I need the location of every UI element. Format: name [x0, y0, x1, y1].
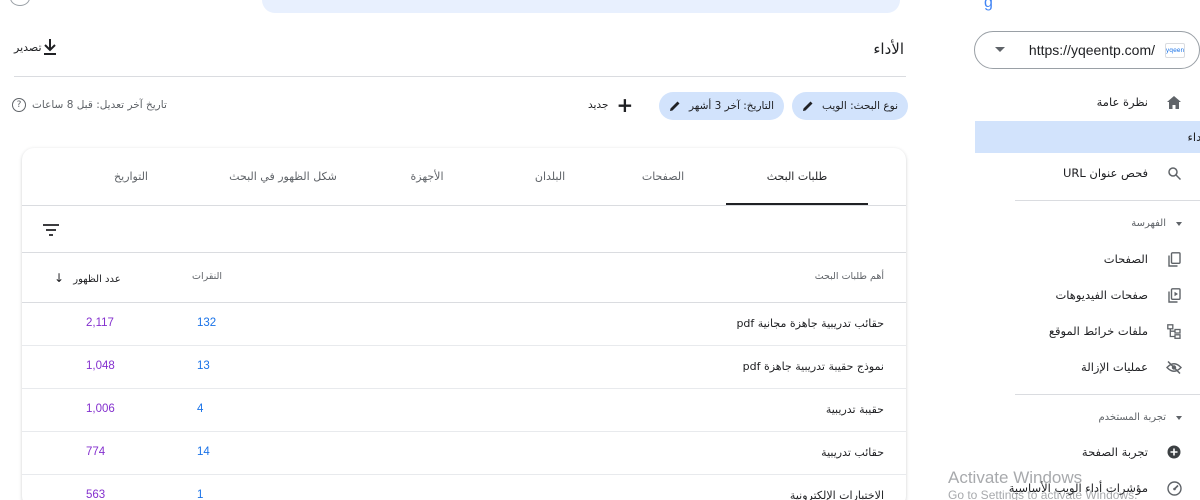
sidebar: yqeen https://yqeentp.com/ نظرة عامة الأ… — [920, 0, 1200, 500]
property-url: https://yqeentp.com/ — [1028, 42, 1155, 58]
query-cell: حقائب تدريبية جاهزة مجانية pdf — [736, 317, 884, 330]
table-header: أهم طلبات البحث النقرات عدد الظهور ↓ — [22, 253, 906, 303]
sitemap-icon — [1166, 323, 1182, 339]
sidebar-divider — [1015, 200, 1200, 201]
sidebar-item-performance[interactable]: الأداء — [975, 121, 1200, 153]
sidebar-item-core-web-vitals[interactable]: مؤشرات أداء الويب الأساسية — [920, 472, 1200, 500]
column-header-label: عدد الظهور — [73, 274, 121, 285]
table-filter-row — [22, 206, 906, 253]
header-divider — [14, 76, 906, 77]
impressions-cell: 1,006 — [86, 403, 115, 415]
last-updated-text: تاريخ آخر تعديل: قبل 8 ساعات — [32, 99, 167, 111]
clicks-cell: 1 — [197, 489, 204, 500]
clicks-cell: 14 — [197, 446, 210, 458]
clicks-cell: 13 — [197, 360, 210, 372]
edit-pencil-icon — [669, 100, 681, 112]
new-filter-button[interactable]: + جديد — [588, 93, 634, 117]
column-header-clicks[interactable]: النقرات — [192, 271, 222, 282]
table-row[interactable]: حقائب تدريبية جاهزة مجانية pdf 132 2,117 — [22, 303, 906, 346]
chevron-down-icon — [995, 47, 1005, 52]
clicks-cell: 132 — [197, 317, 217, 329]
query-cell: حقيبة تدريبية — [825, 403, 884, 416]
date-range-chip[interactable]: التاريخ: آخر 3 أشهر — [658, 92, 784, 120]
caret-down-icon — [1176, 222, 1182, 226]
query-cell: نموذج حقيبة تدريبية جاهزة pdf — [742, 360, 884, 373]
sidebar-item-label: نظرة عامة — [1096, 95, 1148, 109]
sidebar-item-label: عمليات الإزالة — [1081, 360, 1148, 374]
edit-pencil-icon — [802, 100, 814, 112]
sidebar-item-label: مؤشرات أداء الويب الأساسية — [1008, 481, 1148, 495]
plus-icon: + — [616, 93, 634, 117]
removals-icon — [1166, 359, 1182, 375]
account-avatar[interactable] — [10, 0, 30, 6]
export-button[interactable]: تصدير — [14, 38, 64, 56]
sidebar-section-experience[interactable]: تجربة المستخدم — [920, 412, 1200, 423]
table-row[interactable]: حقيبة تدريبية 4 1,006 — [22, 389, 906, 432]
sidebar-item-label: الأداء — [1187, 130, 1200, 144]
chip-label: التاريخ: آخر 3 أشهر — [688, 100, 774, 112]
download-icon — [42, 38, 58, 56]
tab-pages[interactable]: الصفحات — [608, 148, 718, 205]
search-icon — [1166, 165, 1182, 181]
tab-queries[interactable]: طلبات البحث — [726, 148, 868, 205]
pages-icon — [1166, 251, 1182, 267]
search-console-app: g yqeen https://yqeentp.com/ نظرة عامة ا… — [0, 0, 1200, 500]
sidebar-section-indexing[interactable]: الفهرسة — [920, 218, 1200, 229]
page-experience-icon — [1166, 444, 1182, 460]
sidebar-divider — [1015, 394, 1200, 395]
query-cell: الاختبارات الإلكترونية — [789, 489, 884, 500]
impressions-cell: 2,117 — [86, 317, 114, 329]
section-label: تجربة المستخدم — [1098, 412, 1166, 423]
home-icon — [1166, 94, 1182, 110]
table-row[interactable]: حقائب تدريبية 14 774 — [22, 432, 906, 475]
export-label: تصدير — [14, 40, 42, 54]
search-type-chip[interactable]: نوع البحث: الويب — [792, 92, 908, 120]
performance-table-card: طلبات البحث الصفحات البلدان الأجهزة شكل … — [22, 148, 906, 500]
sidebar-item-label: ملفات خرائط الموقع — [1048, 324, 1148, 338]
caret-down-icon — [1176, 416, 1182, 420]
help-icon[interactable]: ? — [12, 98, 26, 112]
property-selector[interactable]: yqeen https://yqeentp.com/ — [974, 31, 1200, 69]
clicks-cell: 4 — [197, 403, 204, 415]
sidebar-item-pages[interactable]: الصفحات — [920, 243, 1200, 275]
tab-dates[interactable]: التواريخ — [76, 148, 186, 205]
table-row[interactable]: نموذج حقيبة تدريبية جاهزة pdf 13 1,048 — [22, 346, 906, 389]
sidebar-item-label: فحص عنوان URL — [1062, 166, 1148, 180]
core-web-vitals-icon — [1166, 480, 1182, 496]
property-favicon-icon: yqeen — [1165, 42, 1185, 58]
page-title: الأداء — [873, 40, 904, 58]
impressions-cell: 774 — [86, 446, 106, 458]
sidebar-item-video-pages[interactable]: صفحات الفيديوهات — [920, 279, 1200, 311]
top-search-bar[interactable] — [262, 0, 900, 13]
sidebar-item-label: تجربة الصفحة — [1081, 445, 1148, 459]
tab-devices[interactable]: الأجهزة — [372, 148, 482, 205]
new-filter-label: جديد — [588, 99, 609, 111]
sidebar-item-label: الصفحات — [1103, 252, 1148, 266]
impressions-cell: 1,048 — [86, 360, 115, 372]
column-header-query[interactable]: أهم طلبات البحث — [815, 271, 884, 282]
sidebar-item-url-inspection[interactable]: فحص عنوان URL — [920, 157, 1200, 189]
filter-list-icon[interactable] — [42, 222, 60, 236]
query-cell: حقائب تدريبية — [821, 446, 884, 459]
column-header-impressions[interactable]: عدد الظهور ↓ — [54, 271, 121, 285]
sidebar-item-removals[interactable]: عمليات الإزالة — [920, 351, 1200, 383]
last-updated: تاريخ آخر تعديل: قبل 8 ساعات ? — [12, 98, 167, 112]
sidebar-item-label: صفحات الفيديوهات — [1055, 288, 1148, 302]
section-label: الفهرسة — [1131, 218, 1166, 229]
impressions-cell: 563 — [86, 489, 106, 500]
sidebar-item-overview[interactable]: نظرة عامة — [920, 86, 1200, 118]
chip-label: نوع البحث: الويب — [822, 100, 898, 112]
arrow-down-icon: ↓ — [54, 271, 65, 285]
video-pages-icon — [1166, 287, 1182, 303]
tab-countries[interactable]: البلدان — [500, 148, 600, 205]
dimension-tabs: طلبات البحث الصفحات البلدان الأجهزة شكل … — [22, 148, 906, 206]
sidebar-item-sitemaps[interactable]: ملفات خرائط الموقع — [920, 315, 1200, 347]
table-row[interactable]: الاختبارات الإلكترونية 1 563 — [22, 475, 906, 500]
tab-search-appearance[interactable]: شكل الظهور في البحث — [208, 148, 358, 205]
sidebar-item-page-experience[interactable]: تجربة الصفحة — [920, 436, 1200, 468]
